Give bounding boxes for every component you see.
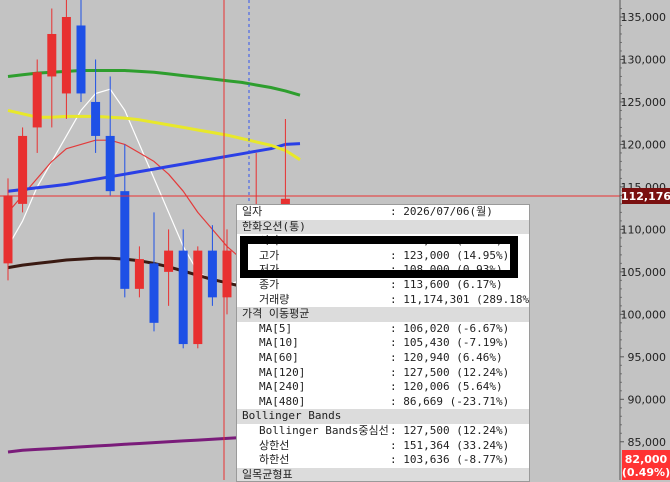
- last-price-value: 82,000: [625, 453, 668, 466]
- tooltip-value: : 110,000 (2.80%): [390, 234, 503, 248]
- candle-body: [47, 33, 57, 77]
- candle-body: [18, 135, 28, 204]
- tooltip-key: MA[10]: [259, 336, 299, 350]
- candle-body: [61, 16, 71, 94]
- tooltip-value: : 106,020 (-6.67%): [390, 321, 510, 335]
- tooltip-row: MA[120] : 127,500 (12.24%): [237, 366, 529, 381]
- candle-body: [3, 195, 13, 264]
- candle-body: [134, 259, 144, 289]
- tooltip-row: 저가 : 108,000 (0.93%): [237, 263, 529, 278]
- candle-body: [178, 250, 188, 345]
- candle-body: [76, 25, 86, 94]
- candle-body: [164, 250, 174, 272]
- tooltip-key: 종가: [259, 277, 280, 291]
- tooltip-value: : 108,000 (0.93%): [390, 263, 503, 277]
- tooltip-key: MA[120]: [259, 365, 306, 379]
- last-price-change: (0.49%): [622, 466, 670, 479]
- tooltip-section-header: Bollinger Bands: [237, 409, 529, 424]
- tooltip-key: 저가: [259, 263, 280, 277]
- tooltip-row: 시가 : 110,000 (2.80%): [237, 234, 529, 249]
- tooltip-value: : 120,940 (6.46%): [390, 350, 503, 364]
- y-tick-label: 110,000: [621, 223, 667, 236]
- tooltip-value: : 2026/07/06(월): [390, 205, 493, 218]
- tooltip-row: 상한선 : 151,364 (33.24%): [237, 439, 529, 454]
- tooltip-row: MA[60] : 120,940 (6.46%): [237, 351, 529, 366]
- tooltip-section-header: 가격 이동평균: [237, 307, 529, 322]
- tooltip-row: MA[10] : 105,430 (-7.19%): [237, 336, 529, 351]
- candle-body: [105, 135, 115, 192]
- y-axis-panel: [620, 0, 670, 480]
- candle-body: [193, 250, 203, 345]
- tooltip-value: : 123,000 (14.95%): [390, 248, 510, 262]
- tooltip-key: MA[240]: [259, 380, 306, 394]
- y-tick-label: 130,000: [621, 53, 667, 66]
- data-tooltip: 일자 : 2026/07/06(월) 한화오션(통) 시가 : 110,000 (2.8…: [236, 204, 530, 482]
- tooltip-key: 시가: [259, 234, 280, 248]
- tooltip-value: : 86,669 (-23.71%): [390, 394, 510, 408]
- tooltip-key: 일자: [242, 205, 263, 218]
- chart-stage: 135,000 130,000 125,000 120,000 115,000 110,0…: [0, 0, 670, 482]
- tooltip-value: : 113,600 (6.17%): [390, 277, 503, 291]
- tooltip-key: MA[5]: [259, 321, 293, 335]
- tooltip-row: MA[5] : 106,020 (-6.67%): [237, 322, 529, 337]
- tooltip-key: Bollinger Bands: [242, 409, 342, 423]
- tooltip-row: 종가 : 113,600 (6.17%): [237, 278, 529, 293]
- candle-body: [207, 250, 217, 298]
- tooltip-value: : 151,364 (33.24%): [390, 438, 510, 452]
- tooltip-key: 하한선: [259, 453, 290, 467]
- tooltip-row: MA[480] : 86,669 (-23.71%): [237, 395, 529, 410]
- candle-body: [120, 191, 130, 289]
- candle-body: [149, 263, 159, 323]
- tooltip-value: : 127,500 (12.24%): [390, 423, 510, 437]
- tooltip-section-header: 한화오션(통): [237, 219, 529, 235]
- tooltip-key: 고가: [259, 248, 280, 262]
- y-tick-label: 95,000: [628, 351, 667, 364]
- y-tick-label: 100,000: [621, 308, 667, 321]
- tooltip-row: 거래량 : 11,174,301 (289.18%): [237, 293, 529, 308]
- current-price-value: 112,176: [621, 190, 670, 203]
- tooltip-key: 상한선: [259, 438, 290, 452]
- tooltip-key: 거래량: [259, 292, 290, 306]
- y-tick-label: 105,000: [621, 266, 667, 279]
- tooltip-row: 일자 : 2026/07/06(월): [237, 205, 529, 220]
- tooltip-value: : 120,006 (5.64%): [390, 380, 503, 394]
- tooltip-key: Bollinger Bands중심선: [259, 423, 389, 437]
- y-tick-label: 125,000: [621, 96, 667, 109]
- candle-body: [32, 72, 42, 128]
- candle-body: [91, 101, 101, 136]
- tooltip-value: : 127,500 (12.24%): [390, 365, 510, 379]
- tooltip-key: 한화오션(통): [242, 219, 306, 233]
- tooltip-value: : 11,174,301 (289.18%): [390, 292, 530, 306]
- tooltip-row: 하한선 : 103,636 (-8.77%): [237, 453, 529, 468]
- y-tick-label: 135,000: [621, 11, 667, 24]
- tooltip-key: MA[480]: [259, 394, 306, 408]
- tooltip-key: 가격 이동평균: [242, 307, 310, 321]
- tooltip-row: Bollinger Bands중심선: 127,500 (12.24%): [237, 424, 529, 439]
- tooltip-row: MA[240] : 120,006 (5.64%): [237, 380, 529, 395]
- tooltip-value: : 103,636 (-8.77%): [390, 453, 510, 467]
- y-tick-label: 90,000: [628, 393, 667, 406]
- tooltip-value: : 105,430 (-7.19%): [390, 336, 510, 350]
- y-tick-label: 120,000: [621, 138, 667, 151]
- tooltip-row: 고가 : 123,000 (14.95%): [237, 249, 529, 264]
- y-tick-label: 85,000: [628, 436, 667, 449]
- tooltip-key: MA[60]: [259, 350, 299, 364]
